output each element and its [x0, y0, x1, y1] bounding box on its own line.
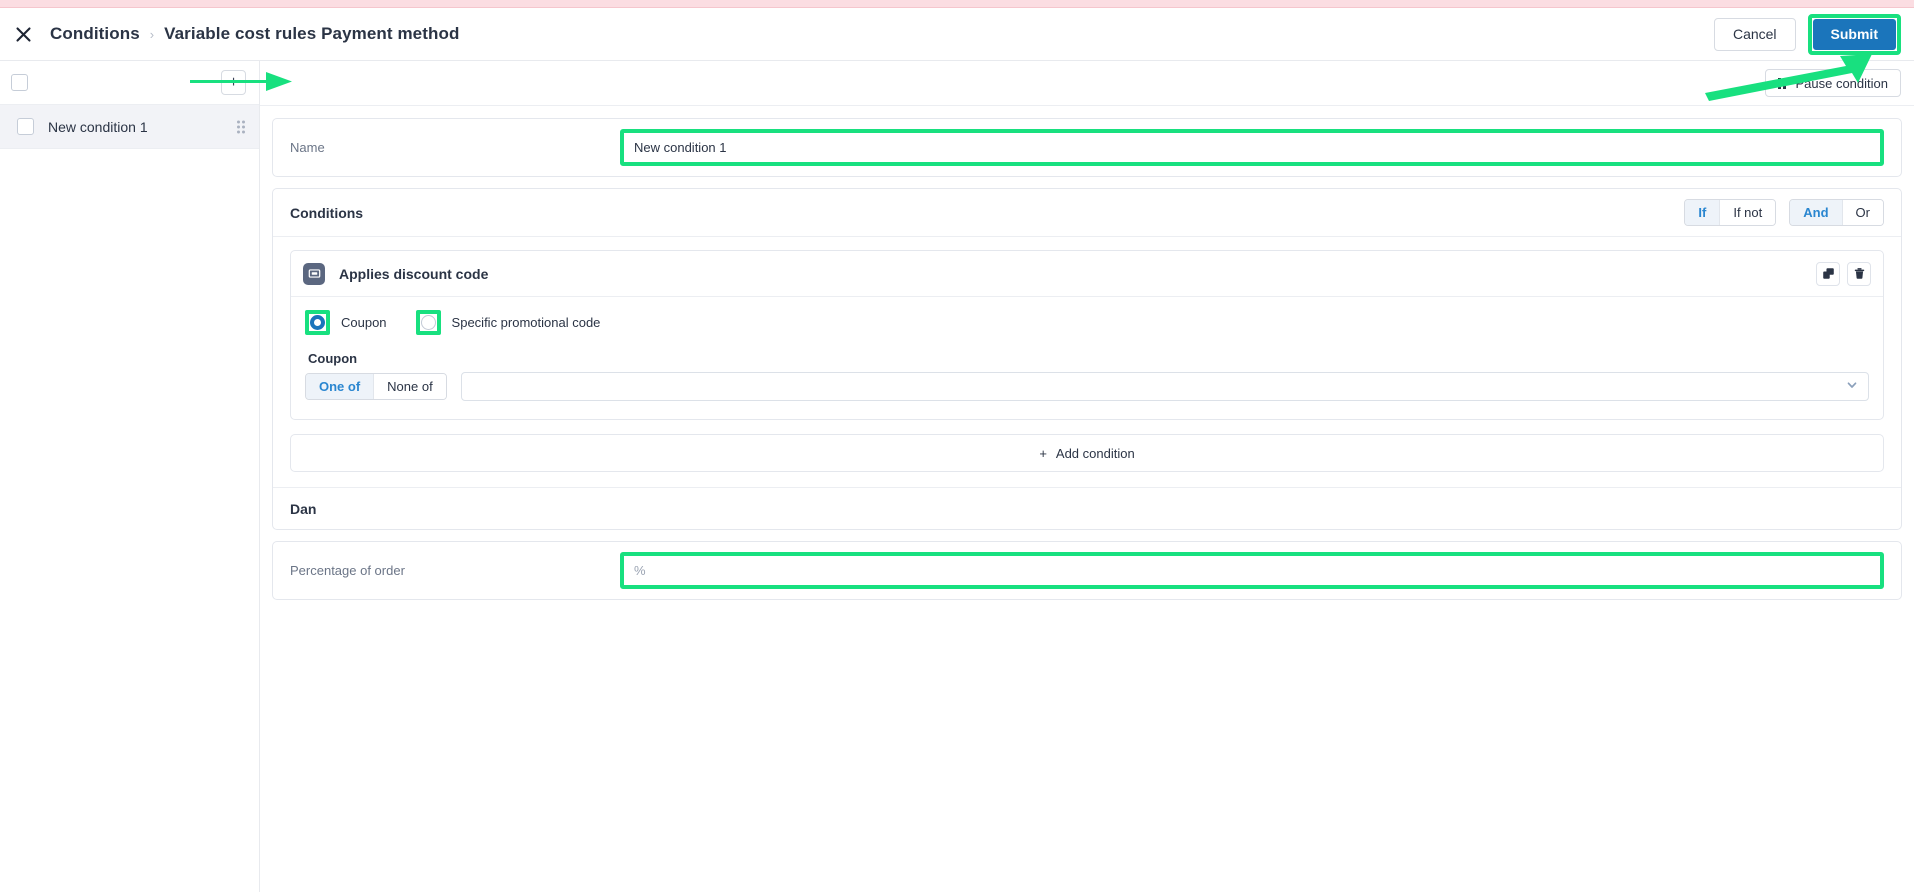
- percentage-card: Percentage of order: [272, 541, 1902, 600]
- conditions-header: Conditions If If not And Or: [273, 189, 1901, 237]
- coupon-sub-label: Coupon: [308, 351, 358, 366]
- action-section-title: Dan: [290, 500, 317, 517]
- breadcrumb: Conditions › Variable cost rules Payment…: [50, 24, 459, 44]
- promo-radio-highlight: [415, 310, 441, 335]
- one-of-none-of-group: One of None of: [305, 373, 447, 400]
- condition-item-body: Coupon Specific promotional code Coupon: [291, 297, 1883, 419]
- main-scroll-area: Name Conditions If If not: [260, 106, 1914, 600]
- if-toggle-group: If If not: [1684, 199, 1777, 226]
- main-panel: Pause condition Name Conditions: [260, 61, 1914, 892]
- conditions-title: Conditions: [290, 204, 364, 221]
- chevron-down-icon: [1846, 378, 1858, 396]
- coupon-select[interactable]: [460, 372, 1869, 401]
- radio-specific-promotional-code[interactable]: [420, 315, 436, 330]
- add-condition-label: Add condition: [1055, 445, 1135, 461]
- sidebar-item-new-condition-1[interactable]: New condition 1: [0, 105, 259, 149]
- coupon-type-radio-group: Coupon Specific promotional code: [305, 310, 1869, 335]
- pause-condition-label: Pause condition: [1795, 75, 1888, 91]
- breadcrumb-item-current: Variable cost rules Payment method: [164, 24, 460, 43]
- coupon-select-row: One of None of: [305, 372, 1869, 401]
- plus-icon: +: [1039, 445, 1047, 461]
- coupon-radio-highlight: [305, 310, 330, 335]
- toggle-if-not[interactable]: If not: [1719, 200, 1776, 225]
- radio-coupon-label: Coupon: [341, 315, 387, 330]
- row-checkbox[interactable]: [17, 118, 34, 135]
- add-condition-button[interactable]: + Add condition: [290, 434, 1884, 472]
- toggle-if[interactable]: If: [1685, 200, 1720, 225]
- app-root: Conditions › Variable cost rules Payment…: [0, 0, 1914, 892]
- condition-item: Applies discount code Coupon Specific pr…: [290, 250, 1884, 420]
- name-input[interactable]: [624, 133, 1880, 162]
- action-section-header: Dan: [273, 487, 1901, 529]
- close-icon[interactable]: [10, 21, 36, 47]
- main-toolbar: Pause condition: [260, 61, 1914, 106]
- select-all-checkbox[interactable]: [11, 74, 28, 91]
- trash-icon[interactable]: [1847, 261, 1871, 286]
- name-input-highlight: [620, 129, 1884, 166]
- breadcrumb-separator: ›: [149, 26, 155, 42]
- pause-icon: [1777, 77, 1787, 89]
- conditions-body: Applies discount code Coupon Specific pr…: [273, 237, 1901, 420]
- radio-specific-promotional-code-label: Specific promotional code: [451, 315, 601, 330]
- toggle-and[interactable]: And: [1790, 200, 1842, 225]
- name-field-label: Name: [290, 140, 325, 155]
- sidebar-item-label: New condition 1: [48, 118, 148, 135]
- top-banner-strip: [0, 0, 1914, 8]
- toggle-none-of[interactable]: None of: [373, 374, 446, 399]
- condition-item-name: Applies discount code: [339, 265, 489, 282]
- name-card: Name: [272, 118, 1902, 177]
- duplicate-icon[interactable]: [1816, 261, 1840, 286]
- header-actions: Cancel Submit: [1713, 13, 1914, 55]
- submit-button-highlight: Submit: [1807, 13, 1901, 55]
- logic-toggles: If If not And Or: [1684, 199, 1884, 226]
- submit-button[interactable]: Submit: [1812, 18, 1896, 50]
- condition-item-actions: [1816, 261, 1871, 286]
- page-header: Conditions › Variable cost rules Payment…: [0, 8, 1914, 61]
- condition-item-header: Applies discount code: [291, 251, 1883, 297]
- and-or-toggle-group: And Or: [1789, 199, 1884, 226]
- radio-coupon[interactable]: [310, 315, 325, 330]
- breadcrumb-item-conditions[interactable]: Conditions: [50, 24, 140, 44]
- cancel-button[interactable]: Cancel: [1713, 17, 1796, 51]
- toggle-or[interactable]: Or: [1841, 200, 1883, 225]
- drag-handle-icon[interactable]: [237, 120, 245, 133]
- conditions-sidebar: + New condition 1: [0, 61, 260, 892]
- percentage-input[interactable]: [624, 556, 1880, 585]
- pause-condition-button[interactable]: Pause condition: [1764, 69, 1901, 97]
- percentage-field-label: Percentage of order: [290, 563, 405, 578]
- toggle-one-of[interactable]: One of: [306, 374, 374, 399]
- add-condition-icon-button[interactable]: +: [221, 70, 246, 95]
- name-field-row: Name: [273, 119, 1901, 176]
- discount-card-icon: [303, 262, 325, 285]
- conditions-card: Conditions If If not And Or Applies disc…: [272, 188, 1902, 530]
- sidebar-toolbar: +: [0, 61, 259, 105]
- percentage-input-highlight: [620, 552, 1884, 589]
- percentage-field-row: Percentage of order: [273, 542, 1901, 599]
